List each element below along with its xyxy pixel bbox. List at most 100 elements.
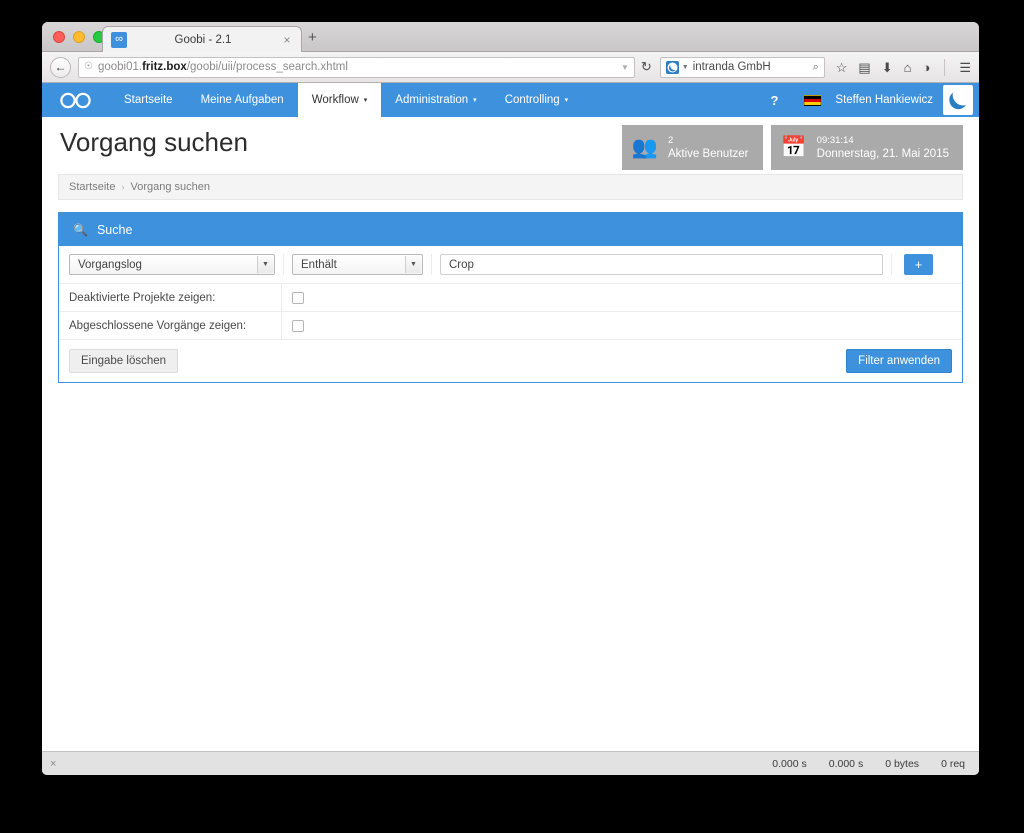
- url-input[interactable]: ☉ goobi01. fritz.box/goobi/uii/process_se…: [78, 56, 635, 78]
- back-icon[interactable]: ←: [50, 56, 71, 78]
- breadcrumb-separator: ›: [121, 182, 125, 192]
- browser-window: ∞ Goobi - 2.1 × + ← ☉ goobi01. fritz.box /…: [42, 22, 979, 775]
- chevron-down-icon[interactable]: ▼: [682, 64, 689, 71]
- option-field: [282, 291, 962, 304]
- reader-icon[interactable]: ▤: [858, 61, 870, 74]
- option-row-deaktivierte-projekte: Deaktivierte Projekte zeigen:: [59, 284, 962, 312]
- browser-search-input[interactable]: ▼ intranda GmbH ⌕: [659, 56, 825, 78]
- option-row-abgeschlossene-vorgaenge: Abgeschlossene Vorgänge zeigen:: [59, 312, 962, 340]
- option-field: [282, 319, 962, 332]
- chevron-down-icon: ▾: [473, 96, 477, 104]
- active-users-box: 👥 2 Aktive Benutzer: [621, 125, 763, 170]
- nav-label: Workflow: [311, 94, 359, 106]
- de-flag-icon[interactable]: [804, 94, 822, 106]
- star-icon[interactable]: ☆: [836, 61, 848, 74]
- filter-row: Vorgangslog ▼ Enthält ▼ Crop +: [59, 246, 962, 284]
- search-icon: ⌕: [812, 60, 819, 73]
- metric-requests: 0 req: [941, 757, 965, 770]
- field-select-cell: Vorgangslog ▼: [69, 254, 284, 275]
- breadcrumb-item-home[interactable]: Startseite: [69, 181, 115, 193]
- close-icon[interactable]: ×: [50, 758, 56, 770]
- chevron-down-icon: ▼: [257, 256, 273, 273]
- nav-label: Controlling: [504, 94, 560, 106]
- browser-toolbar: ← ☉ goobi01. fritz.box/goobi/uii/process_…: [42, 52, 979, 83]
- url-host-domain: fritz.box: [142, 61, 187, 73]
- intranda-logo-icon: [943, 85, 973, 115]
- menu-icon[interactable]: ☰: [959, 61, 971, 74]
- nav-item-administration[interactable]: Administration ▾: [381, 83, 490, 117]
- option-label: Deaktivierte Projekte zeigen:: [59, 284, 282, 311]
- filter-field-select[interactable]: Vorgangslog ▼: [69, 254, 275, 275]
- app-navbar: Startseite Meine Aufgaben Workflow ▾ Adm…: [42, 83, 979, 117]
- header-infoboxes: 👥 2 Aktive Benutzer 📅 09:31:14 Donnersta…: [621, 125, 963, 170]
- globe-icon: ☉: [84, 61, 93, 72]
- value-input-cell: Crop: [432, 254, 892, 275]
- nav-item-startseite[interactable]: Startseite: [110, 83, 187, 117]
- chevron-down-icon: ▾: [564, 96, 569, 104]
- reset-button[interactable]: Eingabe löschen: [69, 349, 179, 373]
- nav-item-meine-aufgaben[interactable]: Meine Aufgaben: [187, 83, 298, 117]
- search-panel: 🔍 Suche Vorgangslog ▼ Enthält ▼ Crop + D…: [58, 212, 963, 383]
- window-controls: [53, 31, 105, 43]
- page-title: Vorgang suchen: [60, 127, 248, 157]
- apply-filter-button[interactable]: Filter anwenden: [846, 349, 952, 373]
- show-completed-processes-checkbox[interactable]: [292, 319, 304, 332]
- clock-date: Donnerstag, 21. Mai 2015: [816, 148, 949, 160]
- search-panel-header: 🔍 Suche: [59, 213, 962, 246]
- url-path: /goobi/uii/process_search.xhtml: [186, 61, 348, 73]
- chevron-down-icon[interactable]: ▼: [615, 63, 629, 72]
- users-icon: 👥: [631, 136, 658, 159]
- browser-tab[interactable]: ∞ Goobi - 2.1 ×: [102, 26, 302, 52]
- intranda-logo-icon: [665, 60, 679, 74]
- reload-icon[interactable]: ↻: [641, 59, 652, 75]
- show-deactivated-projects-checkbox[interactable]: [292, 291, 304, 304]
- active-users-count: 2: [667, 135, 674, 146]
- search-panel-footer: Eingabe löschen Filter anwenden: [59, 340, 962, 382]
- infinity-icon: ∞: [111, 31, 127, 48]
- page-header: Vorgang suchen 👥 2 Aktive Benutzer 📅 09:…: [42, 117, 979, 174]
- close-window-button[interactable]: [53, 31, 65, 43]
- home-icon[interactable]: ⌂: [904, 61, 912, 74]
- help-icon[interactable]: ?: [758, 83, 790, 117]
- operator-select-cell: Enthält ▼: [284, 254, 432, 275]
- clock-time: 09:31:14: [816, 135, 854, 146]
- calendar-icon: 📅: [780, 136, 807, 159]
- user-name-label: Steffen Hankiewicz: [835, 94, 933, 106]
- breadcrumb-item-current: Vorgang suchen: [130, 181, 210, 193]
- search-panel-title: Suche: [96, 222, 133, 237]
- chevron-down-icon: ▾: [363, 96, 368, 104]
- nav-label: Startseite: [124, 94, 173, 106]
- browser-toolbar-icons: ☆ ▤ ⬇ ⌂ ◑ ☰: [836, 58, 971, 76]
- user-menu[interactable]: Steffen Hankiewicz: [835, 83, 943, 117]
- active-users-label: Aktive Benutzer: [667, 148, 749, 160]
- add-filter-button[interactable]: +: [904, 254, 933, 275]
- filter-operator-value: Enthält: [301, 258, 337, 271]
- app-statusbar: × 0.000 s 0.000 s 0 bytes 0 req: [42, 751, 979, 775]
- filter-operator-select[interactable]: Enthält ▼: [292, 254, 423, 275]
- chat-icon[interactable]: ◑: [922, 61, 930, 74]
- search-engine-label: intranda GmbH: [692, 61, 771, 73]
- metric-render-time: 0.000 s: [772, 757, 807, 770]
- add-filter-cell: +: [892, 254, 952, 275]
- magnifier-icon: 🔍: [73, 222, 88, 237]
- option-label: Abgeschlossene Vorgänge zeigen:: [59, 312, 282, 339]
- download-icon[interactable]: ⬇: [882, 61, 893, 74]
- new-tab-button[interactable]: +: [308, 30, 317, 45]
- metric-load-time: 0.000 s: [828, 757, 864, 770]
- url-host-subdomain: goobi01.: [97, 61, 143, 73]
- nav-item-controlling[interactable]: Controlling ▾: [491, 83, 583, 117]
- nav-label: Meine Aufgaben: [200, 94, 284, 106]
- toolbar-divider: [944, 58, 946, 76]
- close-icon[interactable]: ×: [279, 34, 295, 46]
- browser-tabstrip: ∞ Goobi - 2.1 × +: [42, 22, 979, 52]
- breadcrumb: Startseite › Vorgang suchen: [58, 174, 963, 200]
- filter-value-input[interactable]: Crop: [440, 254, 883, 275]
- statusbar-metrics: 0.000 s 0.000 s 0 bytes 0 req: [772, 758, 971, 770]
- metric-bytes: 0 bytes: [885, 757, 920, 770]
- chevron-down-icon: ▼: [405, 256, 421, 273]
- minimize-window-button[interactable]: [73, 31, 85, 43]
- nav-item-workflow[interactable]: Workflow ▾: [297, 83, 382, 117]
- goobi-logo-icon[interactable]: [42, 83, 110, 117]
- page-content: Startseite Meine Aufgaben Workflow ▾ Adm…: [42, 83, 979, 751]
